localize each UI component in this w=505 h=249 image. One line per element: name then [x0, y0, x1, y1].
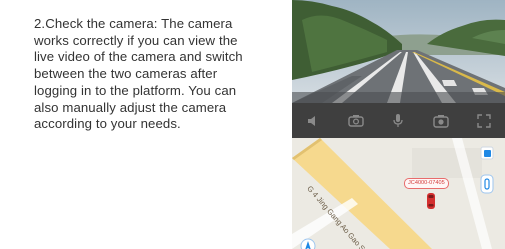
instruction-text: 2.Check the camera: The camera works cor… — [34, 16, 264, 133]
locate-icon[interactable] — [300, 238, 316, 249]
vehicle-marker-icon[interactable] — [426, 192, 436, 210]
instruction-line: logging in to the platform. You can — [34, 82, 237, 98]
fullscreen-icon[interactable] — [471, 108, 497, 134]
vehicle-plate-label[interactable]: JC4000-07405 — [404, 178, 449, 189]
zoom-control-icon[interactable] — [480, 174, 494, 194]
instruction-line: 2.Check the camera: The camera — [34, 16, 233, 31]
map-layer-icon[interactable] — [480, 146, 494, 160]
speaker-icon[interactable] — [300, 108, 326, 134]
microphone-icon[interactable] — [385, 108, 411, 134]
snapshot-icon[interactable] — [428, 108, 454, 134]
instruction-line: according to your needs. — [34, 116, 181, 132]
instruction-line: live video of the camera and switch — [34, 49, 243, 65]
app-screenshot: JC4000-07405 G 4 Jing Gang Ao Gao Su — [292, 0, 505, 249]
instruction-line: between the two cameras after — [34, 66, 218, 82]
instruction-line: also manually adjust the camera — [34, 99, 227, 115]
video-controls-bar — [292, 103, 505, 138]
road-scene — [292, 0, 505, 103]
map-roads — [292, 138, 505, 249]
camera-switch-icon[interactable] — [343, 108, 369, 134]
map-view[interactable]: JC4000-07405 — [292, 138, 505, 249]
live-video-feed[interactable] — [292, 0, 505, 103]
instruction-line: works correctly if you can view the — [34, 32, 238, 48]
